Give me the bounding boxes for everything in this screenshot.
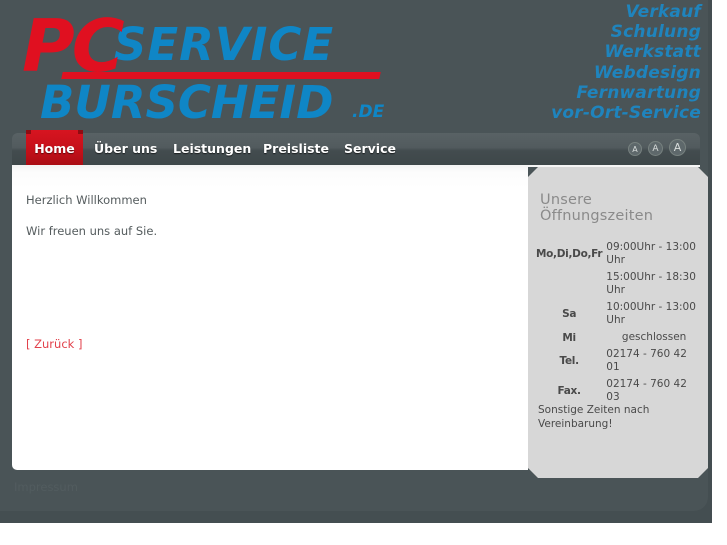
nav-item-ueber-uns[interactable]: Über uns — [94, 141, 157, 156]
row-label: Tel. — [559, 355, 579, 367]
nav-item-leistungen[interactable]: Leistungen — [173, 141, 251, 156]
nav-item-service[interactable]: Service — [344, 141, 396, 156]
row-value: 09:00Uhr - 13:00 Uhr — [606, 241, 696, 266]
table-row: Mo,Di,Do,Fr 09:00Uhr - 13:00 Uhr — [536, 239, 702, 269]
table-row: Mi geschlossen — [536, 329, 702, 346]
page-root: PC SERVICE BURSCHEID .DE Verkauf Schulun… — [0, 0, 727, 545]
opening-hours-note: Sonstige Zeiten nach Vereinbarung! — [538, 404, 650, 430]
main-navigation: Home Über uns Leistungen Preisliste Serv… — [12, 130, 700, 166]
table-row: Fax. 02174 - 760 42 03 — [536, 376, 702, 406]
logo-red-underline — [61, 72, 381, 79]
content-body: Herzlich Willkommen Wir freuen uns auf S… — [26, 192, 526, 255]
header-service-item: Webdesign — [593, 62, 701, 83]
row-value: 15:00Uhr - 18:30 Uhr — [606, 271, 696, 296]
header-service-item: Fernwartung — [576, 82, 701, 103]
panel-corner-notch — [528, 167, 538, 177]
row-value: 10:00Uhr - 13:00 Uhr — [606, 301, 696, 326]
panel-corner-notch — [698, 468, 708, 478]
opening-hours-title: Unsere Öffnungszeiten — [540, 192, 654, 224]
nav-item-home-label: Home — [34, 141, 75, 156]
table-row: 15:00Uhr - 18:30 Uhr — [536, 269, 702, 299]
opening-hours-table: Mo,Di,Do,Fr 09:00Uhr - 13:00 Uhr 15:00Uh… — [536, 239, 702, 406]
font-size-large-button[interactable]: A — [669, 139, 686, 156]
font-size-switcher: A A A — [628, 139, 686, 156]
row-value: 02174 - 760 42 03 — [606, 378, 687, 403]
row-label — [536, 269, 602, 299]
logo-service-text: SERVICE — [114, 18, 335, 71]
row-label: Mi — [562, 331, 576, 344]
header-service-item: Schulung — [610, 22, 701, 43]
header-service-item: Werkstatt — [604, 42, 701, 63]
opening-hours-panel: Unsere Öffnungszeiten Mo,Di,Do,Fr 09:00U… — [528, 167, 708, 478]
logo-tld-text: .DE — [352, 102, 385, 122]
footer-impressum-link[interactable]: Impressum — [14, 480, 78, 494]
site-header: PC SERVICE BURSCHEID .DE Verkauf Schulun… — [0, 0, 712, 133]
row-label: Fax. — [557, 385, 582, 397]
table-row: Sa 10:00Uhr - 13:00 Uhr — [536, 299, 702, 329]
table-row: Tel. 02174 - 760 42 01 — [536, 346, 702, 376]
header-service-item: vor-Ort-Service — [551, 103, 701, 124]
nav-item-home[interactable]: Home — [26, 130, 83, 166]
panel-corner-notch — [528, 468, 538, 478]
font-size-medium-button[interactable]: A — [648, 141, 663, 156]
row-value: geschlossen — [621, 331, 687, 343]
header-service-item: Verkauf — [625, 2, 701, 22]
font-size-small-button[interactable]: A — [628, 142, 642, 156]
nav-item-preisliste[interactable]: Preisliste — [263, 141, 329, 156]
welcome-body-text: Wir freuen uns auf Sie. — [26, 224, 158, 239]
panel-corner-notch — [698, 167, 708, 177]
back-link[interactable]: [ Zurück ] — [26, 337, 82, 351]
row-label: Mo,Di,Do,Fr — [536, 248, 603, 260]
header-service-list: Verkauf Schulung Werkstatt Webdesign Fer… — [551, 2, 701, 123]
row-label: Sa — [562, 308, 577, 320]
welcome-heading-text: Herzlich Willkommen — [26, 193, 147, 207]
row-value: 02174 - 760 42 01 — [606, 348, 687, 373]
site-logo[interactable]: PC SERVICE BURSCHEID .DE — [22, 10, 442, 125]
